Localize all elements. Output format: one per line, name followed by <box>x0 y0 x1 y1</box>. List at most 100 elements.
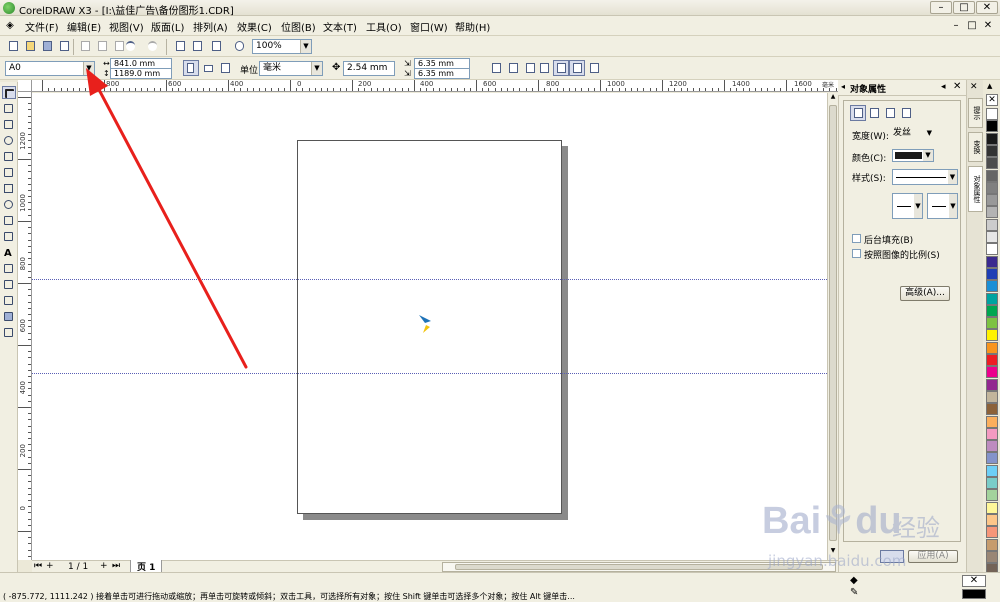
behind-fill-checkbox[interactable] <box>852 234 861 243</box>
outline-style-select[interactable]: ▼ <box>892 169 958 185</box>
draw-complex-objects-icon[interactable] <box>569 60 585 76</box>
close-button[interactable]: ✕ <box>976 1 998 14</box>
units-select[interactable]: 毫米 ▼ <box>259 61 323 76</box>
fill-tool-icon[interactable] <box>2 310 16 323</box>
snap-to-grid-icon[interactable] <box>488 60 504 76</box>
docker-tabs-close-icon[interactable]: ✕ <box>970 82 978 92</box>
menu-edit[interactable]: 编辑(E) <box>67 19 101 34</box>
docker-close-icon[interactable]: ✕ <box>953 81 961 92</box>
interactive-fill-tool-icon[interactable] <box>2 326 16 339</box>
palette-swatch[interactable] <box>986 513 998 526</box>
palette-swatch[interactable] <box>986 440 998 453</box>
drawing-page[interactable] <box>297 140 562 514</box>
add-page-before-icon[interactable]: + <box>46 561 54 571</box>
palette-swatch[interactable] <box>986 354 998 366</box>
menu-file[interactable]: 文件(F) <box>25 19 59 34</box>
palette-swatch[interactable] <box>986 267 998 280</box>
palette-swatch[interactable] <box>986 120 998 133</box>
print-icon[interactable] <box>56 38 72 54</box>
menu-bitmaps[interactable]: 位图(B) <box>281 19 316 34</box>
horizontal-guideline[interactable] <box>32 373 827 374</box>
palette-swatch[interactable] <box>986 489 998 502</box>
scale-with-image-checkbox[interactable] <box>852 249 861 258</box>
palette-swatch[interactable] <box>986 169 998 182</box>
menu-view[interactable]: 视图(V) <box>109 19 144 34</box>
menu-help[interactable]: 帮助(H) <box>455 19 490 34</box>
dynamic-guides-icon[interactable] <box>536 60 552 76</box>
palette-scroll-up-icon[interactable]: ▲ <box>987 82 992 90</box>
palette-swatch[interactable] <box>986 550 998 563</box>
open-icon[interactable] <box>22 38 38 54</box>
no-color-swatch[interactable]: ✕ <box>986 94 998 106</box>
menu-effects[interactable]: 效果(C) <box>237 19 272 34</box>
add-page-after-icon[interactable]: + <box>100 561 108 571</box>
docker-scroll-left-icon[interactable]: ◂ <box>841 82 845 91</box>
eyedropper-tool-icon[interactable] <box>2 278 16 291</box>
options-icon[interactable] <box>586 60 602 76</box>
outline-color-picker[interactable]: ▼ <box>892 149 934 162</box>
palette-swatch[interactable] <box>986 206 998 219</box>
menu-text[interactable]: 文本(T) <box>323 19 357 34</box>
new-icon[interactable] <box>5 38 21 54</box>
freehand-tool-icon[interactable] <box>2 150 16 163</box>
doc-restore-button[interactable]: □ <box>966 19 978 32</box>
palette-swatch[interactable] <box>986 390 998 403</box>
duplicate-y-field[interactable]: 6.35 mm <box>414 68 470 79</box>
outline-tool-icon[interactable] <box>2 294 16 307</box>
text-tool-icon[interactable]: A <box>2 246 16 259</box>
menu-arrange[interactable]: 排列(A) <box>193 19 228 34</box>
shape-tool-icon[interactable] <box>2 102 16 115</box>
general-tab-icon[interactable] <box>882 105 898 121</box>
save-icon[interactable] <box>39 38 55 54</box>
palette-swatch[interactable] <box>986 366 998 379</box>
fill-tab-icon[interactable] <box>866 105 882 121</box>
export-icon[interactable] <box>189 38 205 54</box>
palette-swatch[interactable] <box>986 464 998 477</box>
maximize-button[interactable]: □ <box>953 1 975 14</box>
snap-to-guidelines-icon[interactable] <box>505 60 521 76</box>
palette-swatch[interactable] <box>986 452 998 465</box>
start-arrowhead-select[interactable]: ▼ <box>892 193 923 219</box>
palette-swatch[interactable] <box>986 157 998 170</box>
last-page-icon[interactable]: ⏭ <box>112 561 120 571</box>
redo-icon[interactable] <box>144 38 160 54</box>
doc-minimize-button[interactable]: – <box>950 19 962 32</box>
interactive-blend-tool-icon[interactable] <box>2 262 16 275</box>
menu-layout[interactable]: 版面(L) <box>151 19 184 34</box>
palette-swatch[interactable] <box>986 243 998 256</box>
palette-swatch[interactable] <box>986 341 998 354</box>
ellipse-tool-icon[interactable] <box>2 198 16 211</box>
palette-swatch[interactable] <box>986 108 998 120</box>
minimize-button[interactable]: – <box>930 1 952 14</box>
advanced-button[interactable]: 高级(A)... <box>900 286 950 301</box>
zoom-level-select[interactable]: 100% ▼ <box>252 39 312 54</box>
palette-swatch[interactable] <box>986 378 998 391</box>
palette-swatch[interactable] <box>986 304 998 317</box>
palette-swatch[interactable] <box>986 403 998 416</box>
summary-tab-icon[interactable] <box>898 105 914 121</box>
smart-fill-tool-icon[interactable] <box>2 166 16 179</box>
first-page-icon[interactable]: ⏮ <box>34 561 42 571</box>
vertical-scroll-thumb[interactable] <box>829 105 837 541</box>
palette-swatch[interactable] <box>986 317 998 330</box>
copy-icon[interactable] <box>94 38 110 54</box>
palette-swatch[interactable] <box>986 144 998 157</box>
palette-swatch[interactable] <box>986 477 998 489</box>
nudge-distance-field[interactable]: 2.54 mm <box>343 61 395 76</box>
application-launcher-icon[interactable] <box>208 38 224 54</box>
palette-swatch[interactable] <box>986 427 998 440</box>
palette-swatch[interactable] <box>986 194 998 207</box>
transform-tab[interactable]: 变换 <box>968 132 983 162</box>
cut-icon[interactable] <box>77 38 93 54</box>
palette-swatch[interactable] <box>986 132 998 145</box>
palette-swatch[interactable] <box>986 218 998 231</box>
rectangle-tool-icon[interactable] <box>2 182 16 195</box>
end-arrowhead-select[interactable]: ▼ <box>927 193 958 219</box>
hints-tab[interactable]: 提示 <box>968 98 983 128</box>
palette-swatch[interactable] <box>986 415 998 428</box>
palette-swatch[interactable] <box>986 501 998 514</box>
doc-close-button[interactable]: ✕ <box>982 19 994 32</box>
outline-width-select[interactable]: 发丝 ▼ <box>890 127 934 142</box>
polygon-tool-icon[interactable] <box>2 214 16 227</box>
pick-tool-icon[interactable] <box>2 86 16 99</box>
